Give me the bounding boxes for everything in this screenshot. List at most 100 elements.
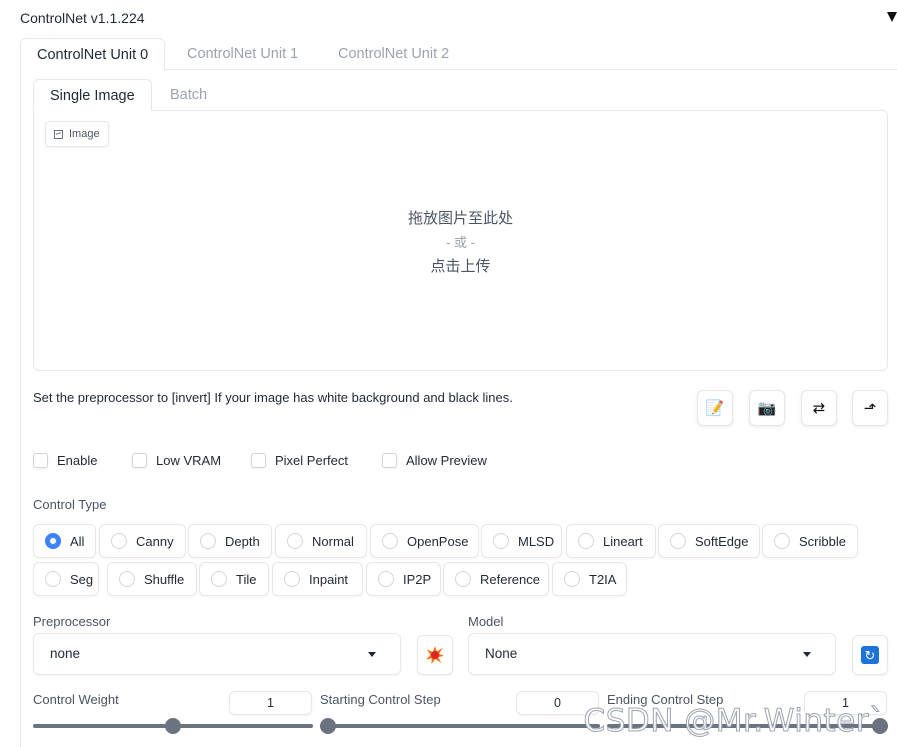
checkbox-box[interactable]: [251, 453, 266, 468]
tab-controlnet-unit-0[interactable]: ControlNet Unit 0: [20, 38, 166, 70]
run-preprocessor-button[interactable]: [417, 635, 453, 675]
control-type-scribble[interactable]: Scribble: [762, 524, 858, 558]
chevron-down-icon: [368, 652, 376, 657]
radio-label: SoftEdge: [695, 533, 749, 549]
image-label-text: Image: [69, 128, 100, 140]
radio-dot: [670, 533, 686, 549]
control-type-t2ia[interactable]: T2IA: [552, 562, 627, 596]
control-type-depth[interactable]: Depth: [188, 524, 272, 558]
chevron-down-icon: [803, 652, 811, 657]
control-type-softedge[interactable]: SoftEdge: [658, 524, 760, 558]
control-type-seg[interactable]: Seg: [33, 562, 99, 596]
checkbox-box[interactable]: [33, 453, 48, 468]
radio-dot: [200, 533, 216, 549]
control-type-normal[interactable]: Normal: [275, 524, 367, 558]
radio-dot: [455, 571, 471, 587]
radio-label: OpenPose: [407, 533, 469, 549]
swap-icon: ⇄: [812, 400, 826, 417]
control-weight-label: Control Weight: [33, 692, 119, 707]
explosion-icon: [426, 646, 444, 664]
image-drop-zone[interactable]: Image 拖放图片至此处 - 或 - 点击上传: [33, 110, 888, 371]
radio-label: All: [70, 533, 85, 549]
tab-controlnet-unit-1[interactable]: ControlNet Unit 1: [171, 38, 314, 70]
preprocessor-label: Preprocessor: [33, 614, 111, 629]
radio-label: Depth: [225, 533, 260, 549]
refresh-models-button[interactable]: ↻: [852, 635, 888, 675]
control-type-ip2p[interactable]: IP2P: [366, 562, 441, 596]
radio-dot: [378, 571, 394, 587]
triangle-down-icon[interactable]: [887, 12, 897, 22]
starting-step-slider-thumb[interactable]: [320, 718, 336, 734]
radio-label: Canny: [136, 533, 174, 549]
radio-dot: [287, 533, 303, 549]
allow-preview-checkbox[interactable]: Allow Preview: [382, 453, 487, 468]
mirror-webcam-button[interactable]: ⇄: [801, 390, 837, 426]
radio-dot: [284, 571, 300, 587]
checkbox-box[interactable]: [382, 453, 397, 468]
radio-label: Lineart: [603, 533, 643, 549]
unit-tab-bar: ControlNet Unit 0 ControlNet Unit 1 Cont…: [20, 38, 897, 70]
radio-label: Seg: [70, 571, 94, 587]
control-type-tile[interactable]: Tile: [199, 562, 269, 596]
radio-label: Reference: [480, 571, 540, 587]
radio-dot: [111, 533, 127, 549]
invert-hint: Set the preprocessor to [invert] If your…: [33, 390, 513, 405]
csdn-watermark: CSDN @Mr.Winter`: [583, 703, 885, 740]
enable-checkbox[interactable]: Enable: [33, 453, 97, 468]
send-dimensions-icon: ⬏: [863, 400, 877, 417]
click-to-upload[interactable]: 点击上传: [34, 255, 887, 276]
radio-dot: [45, 571, 61, 587]
accordion-title: ControlNet v1.1.224: [20, 10, 145, 26]
control-type-openpose[interactable]: OpenPose: [370, 524, 479, 558]
new-canvas-button[interactable]: 📝: [697, 390, 733, 426]
tab-single-image[interactable]: Single Image: [33, 79, 152, 111]
radio-dot: [493, 533, 509, 549]
radio-label: T2IA: [589, 571, 617, 587]
control-type-label: Control Type: [33, 497, 107, 512]
radio-label: Shuffle: [144, 571, 185, 587]
tab-controlnet-unit-2[interactable]: ControlNet Unit 2: [322, 38, 465, 70]
radio-dot: [774, 533, 790, 549]
options-checkbox-row: Enable Low VRAM Pixel Perfect Allow Prev…: [33, 453, 893, 473]
control-type-all[interactable]: All: [33, 524, 96, 558]
drop-instruction: 拖放图片至此处: [407, 210, 513, 227]
image-icon: [54, 129, 63, 139]
webcam-button[interactable]: 📷: [749, 390, 785, 426]
radio-label: Tile: [236, 571, 257, 587]
camera-icon: 📷: [757, 400, 777, 417]
control-weight-input[interactable]: 1: [229, 691, 312, 715]
radio-label: Scribble: [799, 533, 846, 549]
checkbox-label: Low VRAM: [156, 453, 222, 468]
radio-dot: [45, 533, 61, 549]
checkbox-box[interactable]: [132, 453, 147, 468]
preprocessor-value: none: [50, 646, 81, 661]
model-dropdown[interactable]: None: [468, 633, 836, 675]
radio-dot: [119, 571, 135, 587]
radio-label: Normal: [312, 533, 354, 549]
send-dimensions-button[interactable]: ⬏: [852, 390, 888, 426]
control-type-lineart[interactable]: Lineart: [566, 524, 656, 558]
controlnet-accordion-header[interactable]: ControlNet v1.1.224: [20, 10, 897, 30]
control-type-reference[interactable]: Reference: [443, 562, 549, 596]
control-type-inpaint[interactable]: Inpaint: [272, 562, 363, 596]
model-value: None: [485, 646, 518, 661]
tab-batch[interactable]: Batch: [154, 79, 223, 111]
checkbox-label: Enable: [57, 453, 98, 468]
radio-dot: [382, 533, 398, 549]
radio-dot: [578, 533, 594, 549]
pixel-perfect-checkbox[interactable]: Pixel Perfect: [251, 453, 348, 468]
preprocessor-dropdown[interactable]: none: [33, 633, 401, 675]
model-label: Model: [468, 614, 504, 629]
control-type-canny[interactable]: Canny: [99, 524, 186, 558]
drop-or-separator: - 或 -: [446, 235, 475, 250]
radio-label: IP2P: [403, 571, 432, 587]
starting-step-label: Starting Control Step: [320, 692, 441, 707]
control-type-mlsd[interactable]: MLSD: [481, 524, 562, 558]
checkbox-label: Allow Preview: [406, 453, 487, 468]
image-label-badge: Image: [45, 121, 109, 147]
starting-step-slider[interactable]: [320, 724, 600, 728]
control-type-shuffle[interactable]: Shuffle: [107, 562, 197, 596]
low-vram-checkbox[interactable]: Low VRAM: [132, 453, 221, 468]
control-weight-slider-thumb[interactable]: [165, 718, 181, 734]
checkbox-label: Pixel Perfect: [275, 453, 348, 468]
